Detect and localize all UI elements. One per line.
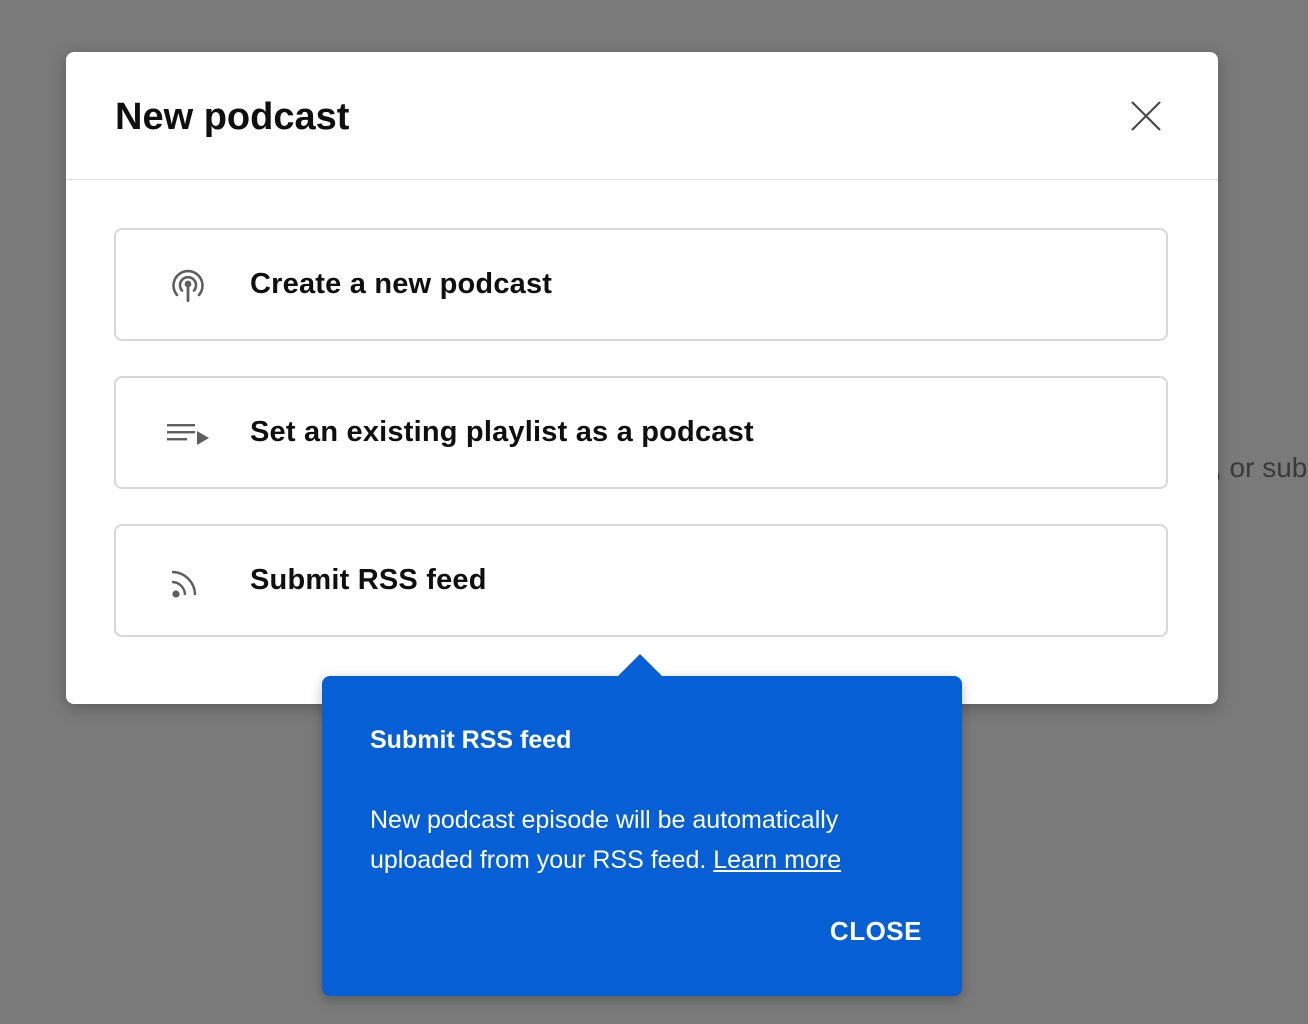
dialog-title: New podcast [115, 96, 350, 138]
new-podcast-dialog: New podcast Create a new podcast Set an … [66, 52, 1218, 704]
option-label: Create a new podcast [250, 268, 553, 300]
rss-feed-icon [164, 557, 212, 605]
option-submit-rss-feed[interactable]: Submit RSS feed [114, 524, 1168, 637]
tooltip-close-button[interactable]: CLOSE [830, 916, 922, 947]
background-partial-text: , or sub [1214, 452, 1308, 483]
playlist-play-icon [164, 409, 212, 457]
close-dialog-button[interactable] [1122, 92, 1170, 140]
option-existing-playlist[interactable]: Set an existing playlist as a podcast [114, 376, 1168, 489]
rss-feed-tooltip: Submit RSS feed New podcast episode will… [322, 654, 962, 996]
podcast-icon [164, 261, 212, 309]
option-label: Submit RSS feed [250, 564, 487, 596]
option-create-new-podcast[interactable]: Create a new podcast [114, 228, 1168, 341]
learn-more-link[interactable]: Learn more [713, 846, 841, 874]
tooltip-arrow [618, 654, 662, 676]
close-icon [1131, 101, 1161, 131]
tooltip-title: Submit RSS feed [370, 726, 572, 754]
dialog-header: New podcast [66, 52, 1218, 180]
option-label: Set an existing playlist as a podcast [250, 416, 754, 448]
tooltip-body: New podcast episode will be automaticall… [370, 800, 930, 880]
